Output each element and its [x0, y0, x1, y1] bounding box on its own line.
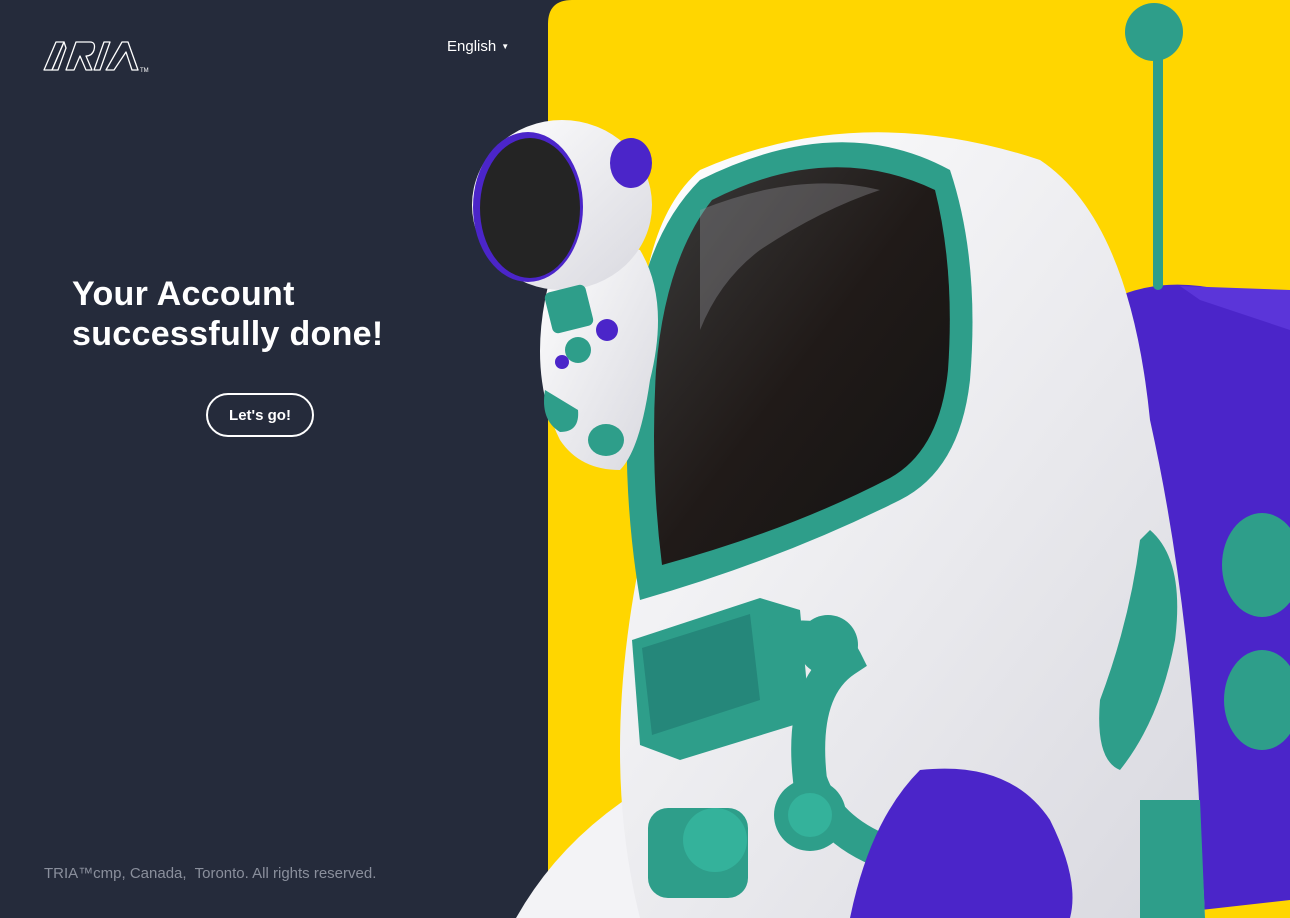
page-title: Your Account successfully done!	[72, 274, 384, 354]
footer-copyright: TRIA™cmp, Canada, Toronto. All rights re…	[44, 865, 377, 882]
tria-logo-icon: TM	[43, 41, 149, 74]
caret-down-icon: ▼	[501, 41, 510, 51]
left-panel	[0, 0, 550, 918]
language-selector[interactable]: English ▼	[447, 38, 509, 55]
lets-go-button[interactable]: Let's go!	[206, 393, 314, 437]
language-label: English	[447, 38, 497, 55]
headline-line-2: successfully done!	[72, 315, 384, 353]
headline-line-1: Your Account	[72, 275, 295, 313]
svg-text:TM: TM	[140, 68, 149, 74]
